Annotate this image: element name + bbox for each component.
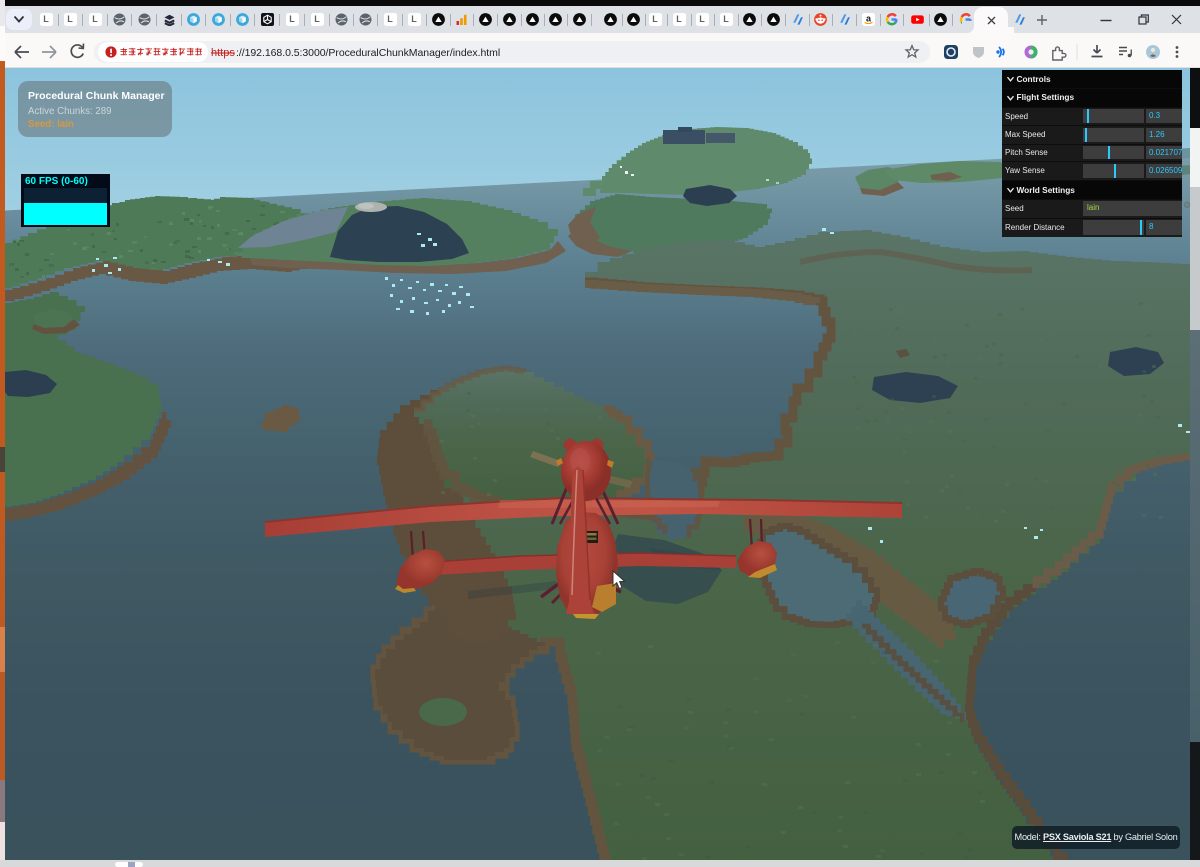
svg-text:https: https: [211, 47, 235, 59]
svg-text:://192.168.0.5:3000/Procedural: ://192.168.0.5:3000/ProceduralChunkManag…: [236, 47, 500, 59]
svg-text:a: a: [865, 14, 871, 24]
